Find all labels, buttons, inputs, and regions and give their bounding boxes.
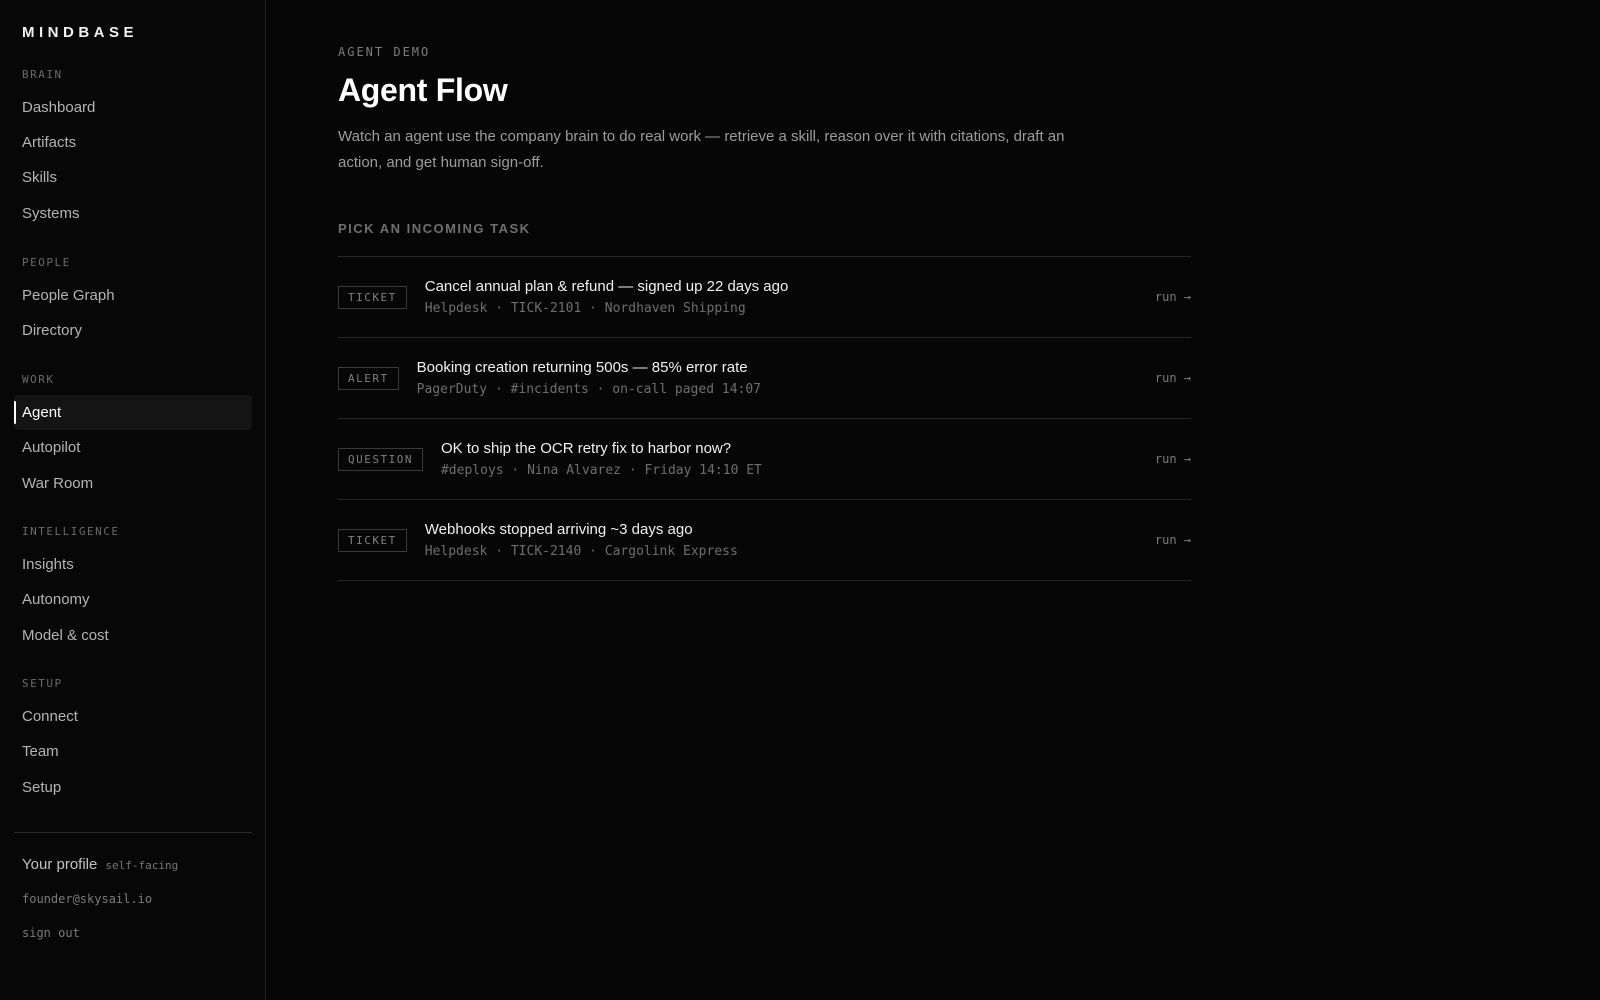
nav-section-work: WORK <box>22 373 55 386</box>
sidebar: MINDBASE BRAIN Dashboard Artifacts Skill… <box>0 0 266 1000</box>
sidebar-item-dashboard[interactable]: Dashboard <box>14 90 252 125</box>
task-title: Booking creation returning 500s — 85% er… <box>416 359 748 376</box>
task-section-heading: PICK AN INCOMING TASK <box>338 221 531 236</box>
task-text: Webhooks stopped arriving ~3 days ago He… <box>425 521 738 559</box>
sidebar-item-autopilot[interactable]: Autopilot <box>14 430 252 465</box>
page-description: Watch an agent use the company brain to … <box>338 128 1065 171</box>
brand-logo[interactable]: MINDBASE <box>22 24 138 41</box>
task-meta: PagerDuty · #incidents · on-call paged 1… <box>416 382 761 397</box>
profile-email: founder@skysail.io <box>22 892 153 906</box>
nav-section-intelligence: INTELLIGENCE <box>22 525 120 538</box>
run-task-button[interactable]: run → <box>1155 452 1191 466</box>
sidebar-item-agent[interactable]: Agent <box>14 395 252 430</box>
sidebar-item-model-cost[interactable]: Model & cost <box>14 618 252 653</box>
task-meta: Helpdesk · TICK-2101 · Nordhaven Shippin… <box>424 301 746 316</box>
sidebar-item-team[interactable]: Team <box>14 734 252 769</box>
task-title: Webhooks stopped arriving ~3 days ago <box>424 521 693 538</box>
task-text: Cancel annual plan & refund — signed up … <box>425 278 789 316</box>
sidebar-item-war-room[interactable]: War Room <box>14 466 252 501</box>
task-type-badge: QUESTION <box>338 447 423 471</box>
sidebar-divider <box>14 832 252 833</box>
main-content: AGENT DEMO Agent Flow Watch an agent use… <box>266 0 1600 1000</box>
task-meta: #deploys · Nina Alvarez · Friday 14:10 E… <box>440 463 762 478</box>
sign-out-link[interactable]: sign out <box>22 926 80 940</box>
profile-link[interactable]: Your profile <box>22 856 97 873</box>
task-row[interactable]: ALERT Booking creation returning 500s — … <box>338 338 1191 419</box>
task-text: OK to ship the OCR retry fix to harbor n… <box>441 440 762 478</box>
task-row[interactable]: TICKET Webhooks stopped arriving ~3 days… <box>338 500 1191 581</box>
sidebar-item-insights[interactable]: Insights <box>14 547 252 582</box>
page-title: Agent Flow <box>338 72 508 108</box>
sidebar-item-people-graph[interactable]: People Graph <box>14 278 252 313</box>
run-task-button[interactable]: run → <box>1155 371 1191 385</box>
task-type-badge: ALERT <box>338 366 399 390</box>
sidebar-item-artifacts[interactable]: Artifacts <box>14 125 252 160</box>
task-type-badge: TICKET <box>338 285 407 309</box>
task-type-badge: TICKET <box>338 528 407 552</box>
run-task-button[interactable]: run → <box>1155 533 1191 547</box>
sidebar-item-setup[interactable]: Setup <box>14 770 252 805</box>
sidebar-item-directory[interactable]: Directory <box>14 313 252 348</box>
page-eyebrow: AGENT DEMO <box>338 45 431 59</box>
sidebar-item-systems[interactable]: Systems <box>14 196 252 231</box>
task-meta: Helpdesk · TICK-2140 · Cargolink Express <box>424 544 738 559</box>
sidebar-item-connect[interactable]: Connect <box>14 699 252 734</box>
task-row[interactable]: QUESTION OK to ship the OCR retry fix to… <box>338 419 1191 500</box>
sidebar-item-skills[interactable]: Skills <box>14 160 252 195</box>
app-root: MINDBASE BRAIN Dashboard Artifacts Skill… <box>0 0 1600 1000</box>
nav-section-setup: SETUP <box>22 677 63 690</box>
task-title: Cancel annual plan & refund — signed up … <box>424 278 789 295</box>
sidebar-item-autonomy[interactable]: Autonomy <box>14 582 252 617</box>
task-row[interactable]: TICKET Cancel annual plan & refund — sig… <box>338 257 1191 338</box>
run-task-button[interactable]: run → <box>1155 290 1191 304</box>
nav-section-people: PEOPLE <box>22 256 71 269</box>
profile-tag: self-facing <box>105 859 179 872</box>
task-title: OK to ship the OCR retry fix to harbor n… <box>440 440 732 457</box>
nav-section-brain: BRAIN <box>22 68 63 81</box>
profile-row: Your profile self-facing <box>22 856 178 873</box>
task-text: Booking creation returning 500s — 85% er… <box>417 359 761 397</box>
task-list: TICKET Cancel annual plan & refund — sig… <box>338 256 1191 581</box>
